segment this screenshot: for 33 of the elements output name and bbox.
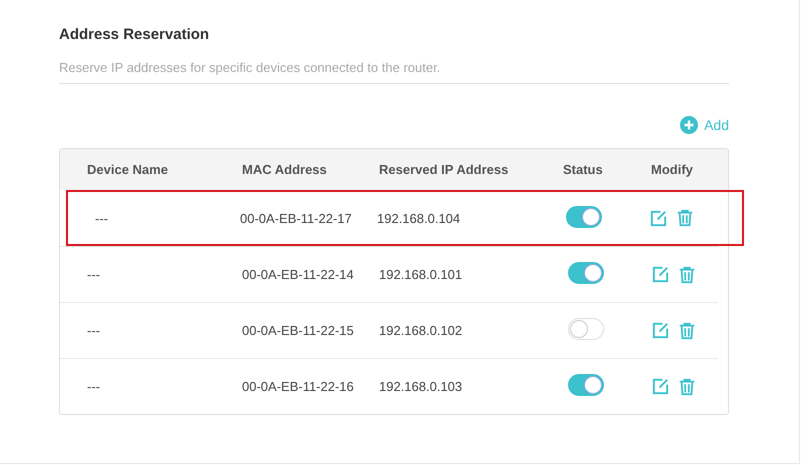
table-cell-text: 192.168.0.104 [377, 210, 462, 226]
table-cell-text: --- [86, 267, 101, 282]
column-header: Status [563, 162, 604, 177]
section-description: Reserve IP addresses for specific devices connected to the router. [59, 60, 729, 84]
edit-icon[interactable] [649, 208, 668, 228]
table-cell-text: --- [94, 210, 109, 226]
column-header: MAC Address [242, 162, 328, 177]
plus-icon [680, 116, 698, 134]
edit-icon[interactable] [651, 265, 670, 284]
status-toggle[interactable] [568, 374, 604, 396]
trash-icon[interactable] [676, 208, 694, 228]
status-toggle[interactable] [568, 262, 604, 284]
section-title: Address Reservation [59, 26, 210, 43]
table-cell-text: --- [86, 379, 101, 394]
table-cell-text: 192.168.0.103 [379, 379, 464, 394]
status-toggle[interactable] [568, 318, 604, 340]
table-cell-text: 00-0A-EB-11-22-16 [242, 379, 355, 394]
trash-icon[interactable] [678, 376, 696, 396]
add-button[interactable]: Add [680, 116, 729, 134]
column-header: Modify [651, 162, 694, 177]
trash-icon[interactable] [678, 264, 696, 284]
table-cell-text: --- [86, 323, 101, 338]
table-cell-text: 192.168.0.101 [379, 267, 464, 282]
table-cell-text: 00-0A-EB-11-22-14 [242, 267, 355, 282]
status-toggle[interactable] [566, 206, 602, 228]
column-header: Reserved IP Address [379, 162, 510, 177]
column-header: Device Name [86, 162, 169, 177]
edit-icon[interactable] [651, 377, 670, 396]
table-cell-text: 00-0A-EB-11-22-17 [240, 210, 353, 226]
table-cell-text: 192.168.0.102 [379, 323, 464, 338]
edit-icon[interactable] [651, 321, 670, 340]
trash-icon[interactable] [678, 320, 696, 340]
table-cell-text: 00-0A-EB-11-22-15 [242, 323, 355, 338]
